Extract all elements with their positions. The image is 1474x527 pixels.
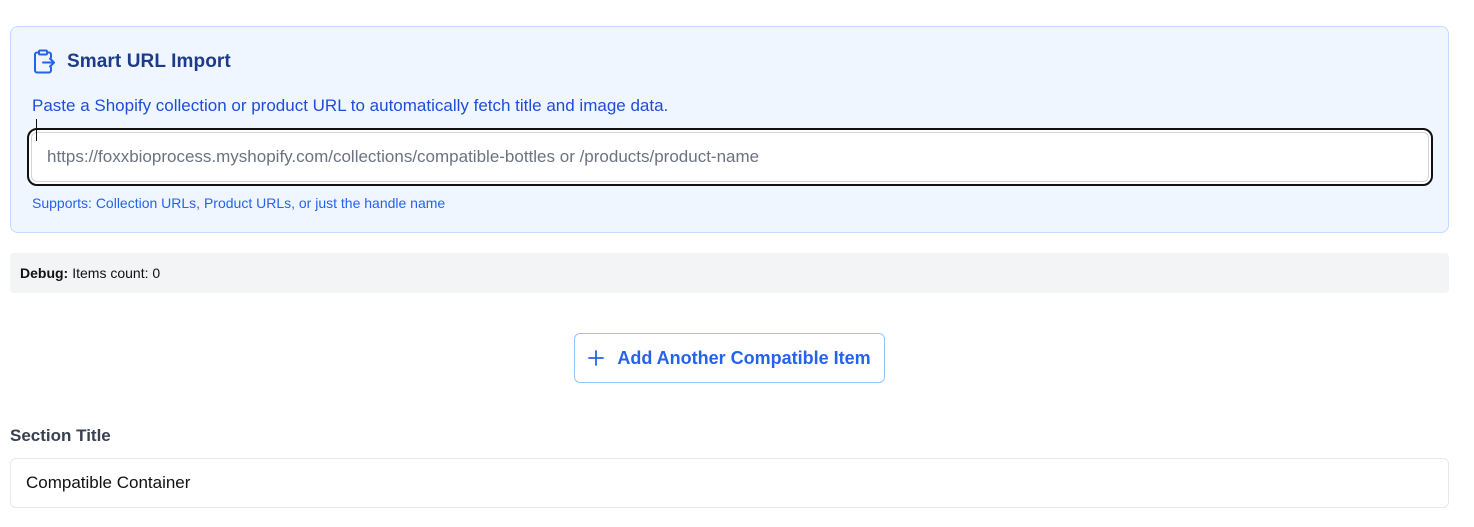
debug-info-bar: Debug: Items count: 0	[10, 253, 1449, 293]
debug-label: Debug:	[20, 265, 69, 281]
section-title-label: Section Title	[10, 426, 111, 445]
text-cursor	[36, 119, 37, 141]
smart-url-import-panel: Smart URL Import Paste a Shopify collect…	[10, 26, 1449, 233]
smart-url-import-header: Smart URL Import	[32, 49, 231, 75]
plus-icon	[588, 350, 605, 366]
clipboard-import-icon	[32, 49, 56, 75]
add-compatible-item-button[interactable]: Add Another Compatible Item	[574, 333, 885, 383]
debug-items-count: Items count: 0	[72, 265, 161, 281]
supported-url-formats-note: Supports: Collection URLs, Product URLs,…	[32, 195, 446, 211]
section-title-input[interactable]	[10, 458, 1449, 508]
smart-url-import-title: Smart URL Import	[67, 51, 231, 72]
add-compatible-item-label: Add Another Compatible Item	[617, 347, 871, 368]
shopify-url-input[interactable]	[27, 128, 1433, 186]
smart-url-import-description: Paste a Shopify collection or product UR…	[32, 96, 669, 115]
